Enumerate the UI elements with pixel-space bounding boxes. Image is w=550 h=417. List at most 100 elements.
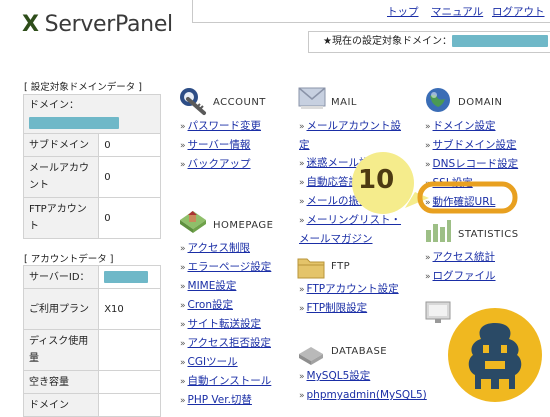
menu-item[interactable]: » サイト転送設定	[180, 315, 271, 334]
table-row: ドメイン	[22, 393, 161, 417]
domain-count-key: ドメイン	[22, 393, 100, 417]
mail-account-key: メールアカウント	[22, 156, 100, 198]
annotation-number: 10	[358, 165, 395, 195]
ftp-account-link[interactable]: FTPアカウント設定	[307, 283, 399, 295]
domain-value-mask	[29, 117, 119, 129]
ftp-account-value: 0	[98, 197, 161, 239]
mysql5-link[interactable]: MySQL5設定	[307, 370, 371, 382]
access-restriction-link[interactable]: アクセス制限	[188, 242, 250, 254]
cgi-tools-link[interactable]: CGIツール	[188, 356, 238, 368]
arrow-icon: »	[180, 396, 186, 406]
menu-item[interactable]: » アクセス統計	[425, 248, 496, 267]
menu-item[interactable]: » サーバー情報	[180, 136, 261, 155]
ftp-account-key: FTPアカウント	[22, 197, 100, 239]
logo-mark: X	[22, 12, 39, 37]
account-menu: » パスワード変更 » サーバー情報 » バックアップ	[180, 117, 261, 174]
error-page-link[interactable]: エラーページ設定	[188, 261, 272, 273]
account-data-table: サーバーID： ご利用プラン X10 ディスク使用量 空き容量 ドメイン	[22, 265, 161, 417]
menu-item[interactable]: » CGIツール	[180, 353, 271, 372]
globe-icon	[426, 88, 450, 112]
arrow-icon: »	[425, 122, 431, 132]
statistics-menu: » アクセス統計 » ログファイル	[425, 248, 496, 286]
ftp-menu: » FTPアカウント設定 » FTP制限設定	[299, 280, 399, 318]
arrow-icon: »	[299, 304, 305, 314]
menu-item[interactable]: » アクセス制限	[180, 239, 271, 258]
arrow-icon: »	[425, 253, 431, 263]
arrow-icon: »	[180, 339, 186, 349]
homepage-menu: » アクセス制限 » エラーページ設定 » MIME設定 » Cron設定 » サイト転送…	[180, 239, 271, 410]
cron-link[interactable]: Cron設定	[188, 299, 234, 311]
password-change-link[interactable]: パスワード変更	[188, 120, 262, 132]
menu-item[interactable]: » phpmyadmin(MySQL5)	[299, 386, 427, 405]
arrow-icon: »	[180, 244, 186, 254]
arrow-icon: »	[299, 159, 305, 169]
table-row: 空き容量	[22, 370, 161, 394]
backup-link[interactable]: バックアップ	[188, 158, 251, 170]
mail-account-link[interactable]: メールアカウント設定	[299, 120, 401, 151]
arrow-icon: »	[180, 282, 186, 292]
menu-item[interactable]: » PHP Ver.切替	[180, 391, 271, 410]
account-heading: ACCOUNT	[213, 97, 266, 108]
table-row: ディスク使用量	[22, 329, 161, 371]
database-menu: » MySQL5設定 » phpmyadmin(MySQL5)	[299, 367, 427, 405]
table-row: ドメイン：	[23, 94, 161, 134]
arrow-icon: »	[180, 141, 186, 151]
arrow-icon: »	[180, 358, 186, 368]
table-row: サーバーID：	[22, 265, 161, 289]
arrow-icon: »	[180, 377, 186, 387]
log-file-link[interactable]: ログファイル	[433, 270, 496, 282]
logo-text: ServerPanel	[44, 12, 174, 37]
arrow-icon: »	[180, 320, 186, 330]
nav-logout-link[interactable]: ログアウト	[492, 4, 545, 19]
menu-item[interactable]: » ドメイン設定	[425, 117, 518, 136]
menu-item[interactable]: » FTP制限設定	[299, 299, 399, 318]
menu-item[interactable]: » MySQL5設定	[299, 367, 427, 386]
menu-item[interactable]: » Cron設定	[180, 296, 271, 315]
current-domain-bar: ★現在の設定対象ドメイン：	[308, 31, 550, 53]
menu-item[interactable]: » MIME設定	[180, 277, 271, 296]
statistics-heading: STATISTICS	[458, 229, 519, 240]
menu-item[interactable]: » エラーページ設定	[180, 258, 271, 277]
current-domain-label: ★現在の設定対象ドメイン：	[323, 36, 452, 47]
domain-settings-link[interactable]: ドメイン設定	[433, 120, 496, 132]
domain-cell: ドメイン：	[23, 94, 161, 134]
menu-item[interactable]: » パスワード変更	[180, 117, 261, 136]
menu-item[interactable]: » メールアカウント設定	[299, 117, 407, 154]
mail-icon	[298, 87, 326, 109]
menu-item[interactable]: » 自動インストール	[180, 372, 271, 391]
domain-data-heading: [ 設定対象ドメインデータ ]	[24, 82, 142, 93]
menu-item[interactable]: » バックアップ	[180, 155, 261, 174]
plan-value: X10	[98, 288, 161, 330]
server-info-link[interactable]: サーバー情報	[188, 139, 251, 151]
account-data-heading: [ アカウントデータ ]	[24, 254, 114, 265]
arrow-icon: »	[299, 216, 305, 226]
current-domain-value	[451, 35, 548, 47]
menu-item[interactable]: » アクセス拒否設定	[180, 334, 271, 353]
arrow-icon: »	[299, 122, 305, 132]
arrow-icon: »	[299, 372, 305, 382]
arrow-icon: »	[299, 178, 305, 188]
server-id-mask	[104, 271, 149, 283]
access-stats-link[interactable]: アクセス統計	[433, 251, 495, 263]
table-row: サブドメイン 0	[22, 133, 161, 157]
access-deny-link[interactable]: アクセス拒否設定	[188, 337, 271, 349]
mail-account-value: 0	[98, 156, 161, 198]
nav-top-link[interactable]: トップ	[387, 4, 419, 19]
disk-usage-key: ディスク使用量	[22, 329, 100, 371]
subdomain-key: サブドメイン	[22, 133, 100, 157]
site-transfer-link[interactable]: サイト転送設定	[188, 318, 262, 330]
arrow-icon: »	[299, 197, 305, 207]
menu-item[interactable]: » ログファイル	[425, 267, 496, 286]
menu-item[interactable]: » FTPアカウント設定	[299, 280, 399, 299]
auto-install-link[interactable]: 自動インストール	[188, 375, 272, 387]
mascot-icon	[448, 308, 542, 402]
mime-link[interactable]: MIME設定	[188, 280, 237, 292]
php-version-link[interactable]: PHP Ver.切替	[188, 394, 252, 406]
mail-heading: MAIL	[331, 97, 357, 108]
phpmyadmin-link[interactable]: phpmyadmin(MySQL5)	[307, 389, 427, 401]
nav-manual-link[interactable]: マニュアル	[431, 4, 483, 19]
app-logo[interactable]: X ServerPanel	[22, 12, 173, 37]
ftp-restriction-link[interactable]: FTP制限設定	[307, 302, 368, 314]
arrow-icon: »	[180, 263, 186, 273]
ftp-icon	[297, 258, 325, 279]
